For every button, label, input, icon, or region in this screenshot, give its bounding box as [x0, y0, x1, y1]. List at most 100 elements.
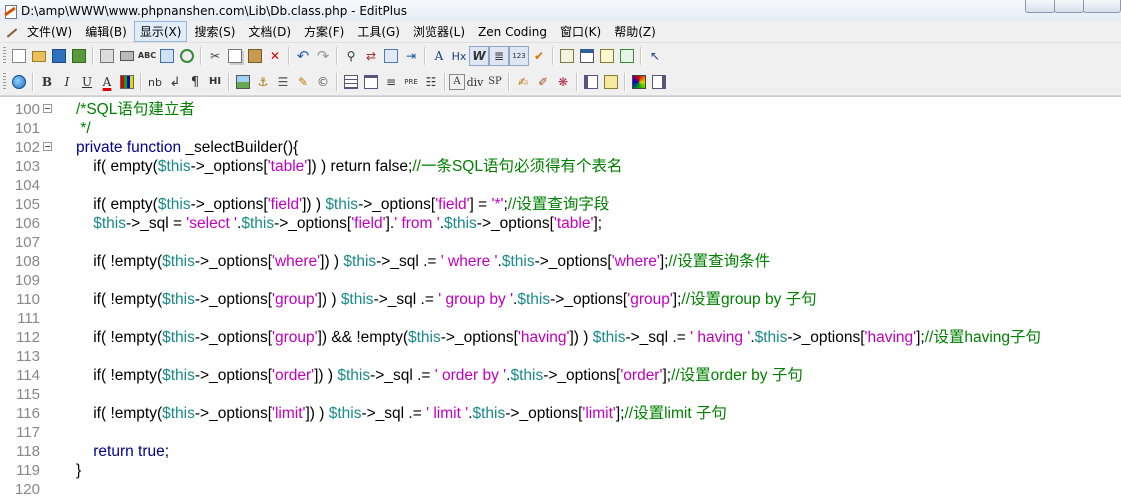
code-line[interactable]: 106 $this->_sql = 'select '.$this->_opti…	[0, 214, 1121, 233]
code-text[interactable]: if( empty($this->_options['table']) ) re…	[76, 157, 622, 176]
paragraph-button[interactable]: ¶	[185, 72, 205, 92]
code-text[interactable]: if( !empty($this->_options['group']) && …	[76, 328, 1041, 347]
special-char-icon[interactable]: ©	[313, 72, 333, 92]
code-text[interactable]: if( !empty($this->_options['where']) ) $…	[76, 252, 770, 271]
code-line[interactable]: 120	[0, 480, 1121, 499]
menu-edit[interactable]: 编辑(B)	[79, 21, 133, 42]
code-line[interactable]: 115	[0, 385, 1121, 404]
code-line[interactable]: 119}	[0, 461, 1121, 480]
center-align-icon[interactable]: ≡	[381, 72, 401, 92]
code-line[interactable]: 111	[0, 309, 1121, 328]
delete-icon[interactable]: ✕	[265, 46, 285, 66]
copy-icon[interactable]	[225, 46, 245, 66]
code-line[interactable]: 103 if( empty($this->_options['table']) …	[0, 157, 1121, 176]
line-number-toggle[interactable]: 123	[509, 46, 529, 66]
code-line[interactable]: 105 if( empty($this->_options['field']) …	[0, 195, 1121, 214]
code-line[interactable]: 109	[0, 271, 1121, 290]
print-icon[interactable]	[117, 46, 137, 66]
toolbar-grip[interactable]	[3, 47, 6, 65]
fold-toggle-icon[interactable]	[43, 104, 52, 113]
table-icon[interactable]	[341, 72, 361, 92]
directory-window-icon[interactable]	[557, 46, 577, 66]
menu-document[interactable]: 文档(D)	[242, 21, 297, 42]
code-text[interactable]: if( !empty($this->_options['order']) ) $…	[76, 366, 803, 385]
refresh-icon[interactable]	[177, 46, 197, 66]
save-all-icon[interactable]	[69, 46, 89, 66]
cliptext-window-icon[interactable]	[597, 46, 617, 66]
frame-icon[interactable]	[581, 72, 601, 92]
span-button[interactable]: SP	[485, 72, 505, 92]
goto-line-icon[interactable]: ⇥	[401, 46, 421, 66]
word-wrap-toggle[interactable]: W	[469, 46, 489, 66]
menu-project[interactable]: 方案(F)	[298, 21, 350, 42]
menu-window[interactable]: 窗口(K)	[554, 21, 607, 42]
maximize-button[interactable]	[1054, 0, 1084, 13]
code-text[interactable]: private function _selectBuilder(){	[76, 138, 298, 157]
save-icon[interactable]	[49, 46, 69, 66]
menu-help[interactable]: 帮助(Z)	[608, 21, 662, 42]
script-icon[interactable]: ❋	[553, 72, 573, 92]
font-color-button[interactable]: A	[97, 72, 117, 92]
code-line[interactable]: 114 if( !empty($this->_options['order'])…	[0, 366, 1121, 385]
output-window-icon[interactable]	[577, 46, 597, 66]
heading-icon[interactable]: Hx	[449, 46, 469, 66]
underline-button[interactable]: U	[77, 72, 97, 92]
browser-preview-icon[interactable]	[617, 46, 637, 66]
code-line[interactable]: 113	[0, 347, 1121, 366]
span-font-icon[interactable]: A	[449, 74, 465, 90]
ruler-toggle[interactable]: ≣	[489, 46, 509, 66]
color-palette-icon[interactable]	[117, 72, 137, 92]
layer-icon[interactable]	[601, 72, 621, 92]
spell-check-icon[interactable]: ABC	[137, 46, 157, 66]
code-line[interactable]: 112 if( !empty($this->_options['group'])…	[0, 328, 1121, 347]
div-button[interactable]: div	[465, 72, 485, 92]
menu-search[interactable]: 搜索(S)	[188, 21, 241, 42]
redo-icon[interactable]: ↷	[313, 46, 333, 66]
code-text[interactable]: return true;	[76, 442, 169, 461]
code-text[interactable]: /*SQL语句建立者	[76, 100, 195, 119]
toolbar-grip[interactable]	[3, 73, 6, 91]
highlight-icon[interactable]: ✎	[293, 72, 313, 92]
line-break-button[interactable]: ↲	[165, 72, 185, 92]
menu-zen-coding[interactable]: Zen Coding	[472, 23, 553, 41]
code-line[interactable]: 100 /*SQL语句建立者	[0, 100, 1121, 119]
find-icon[interactable]: ⚲	[341, 46, 361, 66]
color-picker-icon[interactable]	[629, 72, 649, 92]
paste-icon[interactable]	[245, 46, 265, 66]
code-text[interactable]: }	[76, 461, 81, 480]
menu-file[interactable]: 文件(W)	[21, 21, 78, 42]
close-window-button[interactable]	[1083, 0, 1121, 13]
code-text[interactable]: */	[76, 119, 90, 138]
list-icon[interactable]: ☷	[421, 72, 441, 92]
anchor-icon[interactable]: ⚓	[253, 72, 273, 92]
code-line[interactable]: 117	[0, 423, 1121, 442]
menu-browser[interactable]: 浏览器(L)	[407, 21, 471, 42]
print-preview-icon[interactable]	[97, 46, 117, 66]
code-text[interactable]: if( !empty($this->_options['group']) ) $…	[76, 290, 816, 309]
menu-tools[interactable]: 工具(G)	[351, 21, 406, 42]
code-line[interactable]: 110 if( !empty($this->_options['group'])…	[0, 290, 1121, 309]
help-pointer-icon[interactable]: ↖	[645, 46, 665, 66]
undo-icon[interactable]: ↶	[293, 46, 313, 66]
form-icon[interactable]	[361, 72, 381, 92]
fold-toggle-icon[interactable]	[43, 142, 52, 151]
replace-icon[interactable]: ⇄	[361, 46, 381, 66]
italic-button[interactable]: I	[57, 72, 77, 92]
ftp-upload-icon[interactable]	[157, 46, 177, 66]
brush-icon[interactable]: ✐	[533, 72, 553, 92]
pre-button[interactable]: PRE	[401, 72, 421, 92]
new-file-icon[interactable]	[9, 46, 29, 66]
horizontal-rule-button[interactable]: HI	[205, 72, 225, 92]
hr-icon[interactable]: ☰	[273, 72, 293, 92]
code-text[interactable]: $this->_sql = 'select '.$this->_options[…	[76, 214, 602, 233]
code-text[interactable]: if( empty($this->_options['field']) ) $t…	[76, 195, 609, 214]
code-line[interactable]: 107	[0, 233, 1121, 252]
find-in-files-icon[interactable]	[381, 46, 401, 66]
open-folder-icon[interactable]	[29, 46, 49, 66]
code-line[interactable]: 108 if( !empty($this->_options['where'])…	[0, 252, 1121, 271]
check-icon[interactable]: ✔	[529, 46, 549, 66]
code-line[interactable]: 104	[0, 176, 1121, 195]
code-line[interactable]: 116 if( !empty($this->_options['limit'])…	[0, 404, 1121, 423]
code-editor[interactable]: 100/*SQL语句建立者 101 */102 private function _…	[0, 96, 1121, 498]
nbsp-button[interactable]: nb	[145, 72, 165, 92]
